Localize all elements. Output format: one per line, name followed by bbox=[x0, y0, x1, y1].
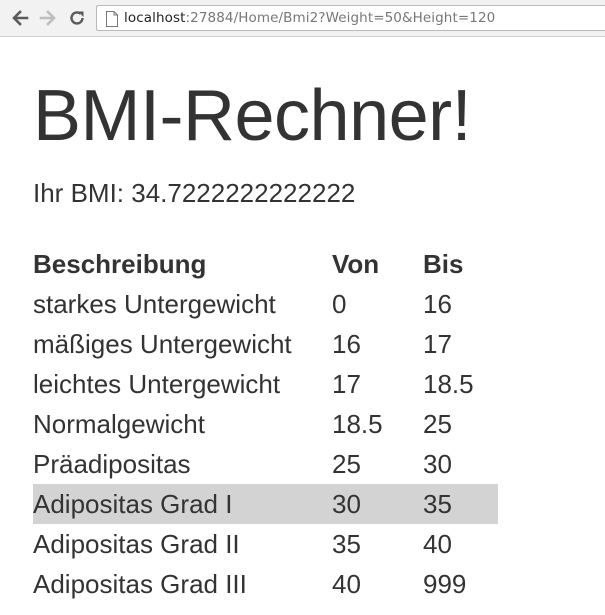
cell-description: Adipositas Grad II bbox=[33, 528, 240, 559]
cell-from: 40 bbox=[332, 568, 361, 599]
cell-from: 18.5 bbox=[332, 408, 383, 439]
cell-to: 40 bbox=[423, 528, 452, 559]
header-von: Von bbox=[332, 248, 380, 279]
cell-from: 0 bbox=[332, 288, 347, 319]
cell-from: 16 bbox=[332, 328, 361, 359]
table-row: mäßiges Untergewicht 16 17 bbox=[33, 324, 498, 364]
table-row: Normalgewicht 18.5 25 bbox=[33, 404, 498, 444]
forward-arrow-icon bbox=[39, 10, 56, 26]
cell-description: Adipositas Grad I bbox=[33, 484, 332, 524]
reload-button[interactable] bbox=[65, 6, 89, 30]
back-button[interactable] bbox=[8, 6, 32, 30]
page-icon bbox=[106, 11, 118, 27]
table-row: Präadipositas 25 30 bbox=[33, 444, 498, 484]
table-row: starkes Untergewicht 0 16 bbox=[33, 284, 498, 324]
browser-toolbar: localhost:27884/Home/Bmi2?Weight=50&Heig… bbox=[0, 0, 605, 37]
cell-to: 30 bbox=[423, 448, 452, 479]
address-bar[interactable]: localhost:27884/Home/Bmi2?Weight=50&Heig… bbox=[96, 5, 605, 31]
header-bis: Bis bbox=[423, 248, 464, 279]
cell-to: 25 bbox=[423, 408, 452, 439]
cell-to: 18.5 bbox=[423, 368, 474, 399]
cell-from: 30 bbox=[332, 484, 423, 524]
url-host: localhost bbox=[124, 10, 186, 26]
cell-to: 17 bbox=[423, 328, 452, 359]
page-content: BMI-Rechner! Ihr BMI: 34.7222222222222 B… bbox=[33, 76, 498, 604]
cell-to: 35 bbox=[423, 484, 498, 524]
page-title: BMI-Rechner! bbox=[33, 76, 472, 156]
cell-from: 17 bbox=[332, 368, 361, 399]
table-row: leichtes Untergewicht 17 18.5 bbox=[33, 364, 498, 404]
cell-description: mäßiges Untergewicht bbox=[33, 328, 292, 359]
cell-to: 999 bbox=[423, 568, 467, 599]
table-row: Adipositas Grad III 40 999 bbox=[33, 564, 498, 604]
cell-description: Präadipositas bbox=[33, 448, 191, 479]
cell-description: Normalgewicht bbox=[33, 408, 205, 439]
cell-description: leichtes Untergewicht bbox=[33, 368, 281, 399]
table-row: Adipositas Grad II 35 40 bbox=[33, 524, 498, 564]
cell-to: 16 bbox=[423, 288, 452, 319]
table-row-highlighted: Adipositas Grad I 30 35 bbox=[33, 484, 498, 524]
cell-description: Adipositas Grad III bbox=[33, 568, 247, 599]
url-text: localhost:27884/Home/Bmi2?Weight=50&Heig… bbox=[124, 10, 495, 26]
cell-from: 25 bbox=[332, 448, 361, 479]
bmi-category-table: Beschreibung Von Bis starkes Untergewich… bbox=[33, 244, 498, 604]
back-arrow-icon bbox=[12, 10, 29, 26]
cell-description: starkes Untergewicht bbox=[33, 288, 276, 319]
header-beschreibung: Beschreibung bbox=[33, 248, 207, 279]
bmi-result-text: Ihr BMI: 34.7222222222222 bbox=[33, 178, 356, 208]
cell-from: 35 bbox=[332, 528, 361, 559]
reload-icon bbox=[70, 11, 84, 25]
forward-button[interactable] bbox=[36, 6, 60, 30]
url-path: :27884/Home/Bmi2?Weight=50&Height=120 bbox=[185, 10, 496, 26]
table-header-row: Beschreibung Von Bis bbox=[33, 244, 498, 284]
